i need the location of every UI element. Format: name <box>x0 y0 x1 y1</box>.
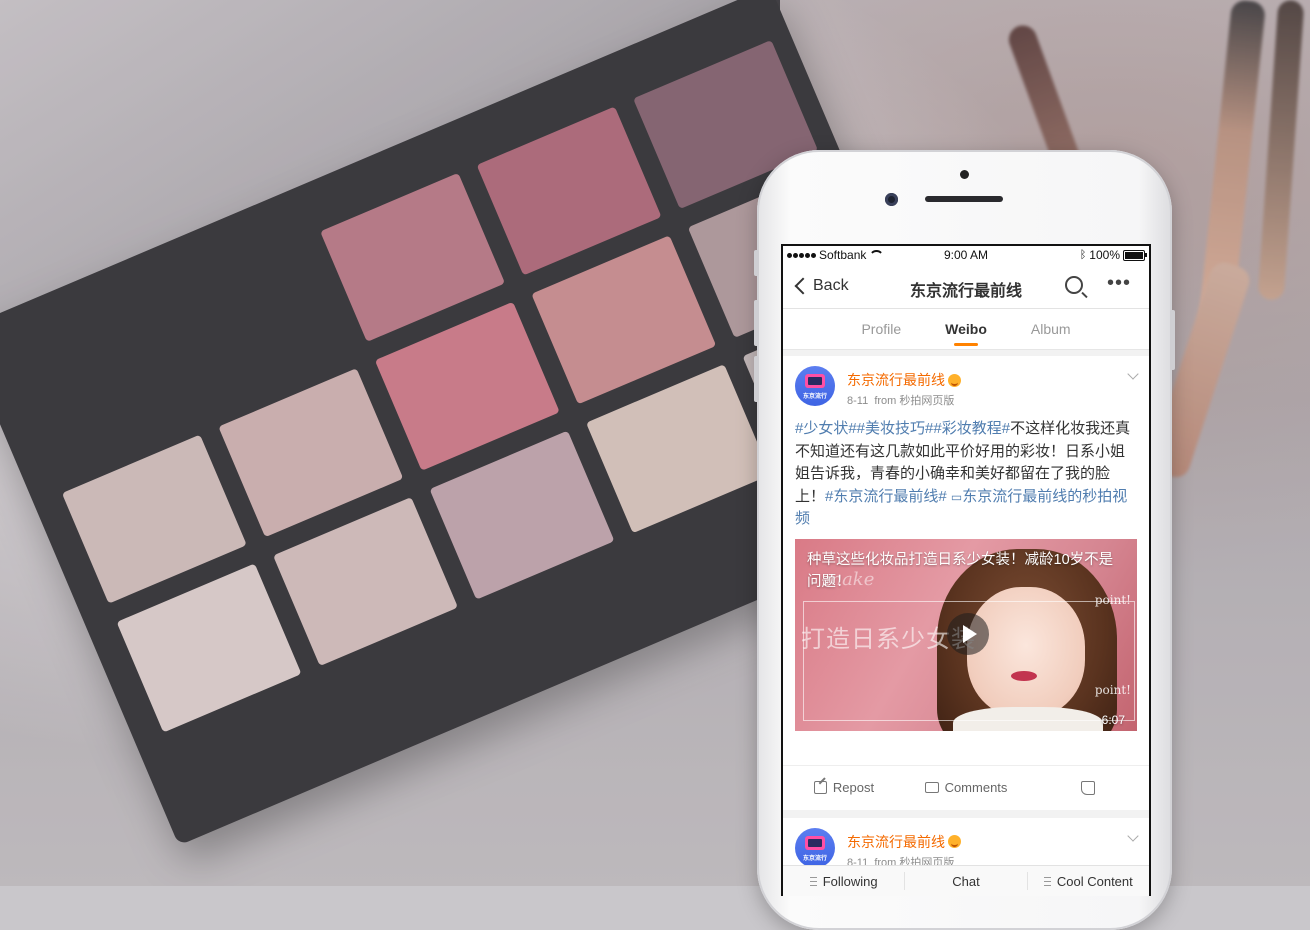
post-meta: 8-11 from 秒拍网页版 <box>847 392 954 408</box>
power-button <box>1170 310 1175 370</box>
bottom-toolbar: Following Chat Cool Content <box>783 865 1149 896</box>
post-source: from 秒拍网页版 <box>874 395 955 407</box>
mute-switch <box>754 250 759 276</box>
thumbs-up-icon <box>1081 780 1095 795</box>
repost-button[interactable]: Repost <box>783 766 905 810</box>
author-name[interactable]: 东京流行最前线 <box>847 370 961 390</box>
tab-album[interactable]: Album <box>1031 309 1071 349</box>
chevron-down-icon[interactable] <box>1127 368 1139 380</box>
video-player[interactable]: make 打造日系少女装 point! point! 种草这些化妆品打造日系少女… <box>795 538 1137 731</box>
status-bar: Softbank 9:00 AM ᛒ 100% <box>783 246 1149 264</box>
weibo-post: 东京流行 东京流行最前线 8-11 from 秒拍网页版 #少女状##美妆技巧#… <box>783 356 1149 810</box>
status-right: ᛒ 100% <box>1079 248 1147 262</box>
chat-label: Chat <box>952 873 980 889</box>
post-header: 东京流行 东京流行最前线 8-11 from 秒拍网页版 <box>783 356 1149 407</box>
battery-percent: 100% <box>1089 248 1120 262</box>
play-icon[interactable] <box>947 612 989 655</box>
video-title: 种草这些化妆品打造日系少女装！减龄10岁不是问题！ <box>807 551 1114 590</box>
search-icon[interactable] <box>1065 276 1083 294</box>
tv-logo-icon <box>805 835 825 850</box>
video-point-label: point! <box>1094 682 1131 697</box>
menu-lines-icon <box>809 876 817 886</box>
smile-emoji-icon <box>948 835 961 848</box>
hashtag-links[interactable]: #少女状##美妆技巧##彩妆教程# <box>795 420 1010 437</box>
profile-tabs: Profile Weibo Album <box>783 309 1149 350</box>
avatar[interactable]: 东京流行 <box>795 366 835 406</box>
more-icon[interactable]: ••• <box>1107 273 1131 293</box>
tab-profile[interactable]: Profile <box>861 309 901 349</box>
post-date: 8-11 <box>847 395 869 407</box>
author-label: 东京流行最前线 <box>847 833 945 850</box>
page-title: 东京流行最前线 <box>909 283 1022 300</box>
comments-label: Comments <box>944 780 1008 795</box>
like-button[interactable] <box>1027 766 1149 810</box>
phone-screen: Softbank 9:00 AM ᛒ 100% Back 东京流行最前线 •••… <box>781 244 1151 896</box>
battery-icon <box>1123 249 1147 261</box>
bluetooth-icon: ᛒ <box>1079 249 1087 261</box>
chevron-down-icon[interactable] <box>1127 829 1139 842</box>
following-label: Following <box>822 873 878 889</box>
avatar-caption: 东京流行 <box>802 855 827 862</box>
chat-button[interactable]: Chat <box>905 866 1026 896</box>
author-label: 东京流行最前线 <box>847 372 945 388</box>
video-duration: 6:07 <box>1101 712 1125 727</box>
post-text: #少女状##美妆技巧##彩妆教程#不这样化妆我还真不知道还有这几款如此平价好用的… <box>783 402 1149 531</box>
comments-button[interactable]: Comments <box>905 766 1027 810</box>
smile-emoji-icon <box>948 373 961 387</box>
avatar-caption: 东京流行 <box>802 394 827 400</box>
author-name[interactable]: 东京流行最前线 <box>847 832 961 852</box>
following-button[interactable]: Following <box>783 866 904 896</box>
proximity-sensor <box>960 170 969 179</box>
hashtag-link[interactable]: #东京流行最前线# <box>825 488 947 505</box>
avatar[interactable]: 东京流行 <box>795 827 835 868</box>
video-point-label: point! <box>1094 592 1131 607</box>
front-camera <box>885 193 898 206</box>
cool-content-button[interactable]: Cool Content <box>1028 866 1149 896</box>
volume-up-button <box>754 300 759 346</box>
volume-down-button <box>754 356 759 402</box>
cool-content-label: Cool Content <box>1056 873 1133 889</box>
navigation-bar: Back 东京流行最前线 ••• <box>783 264 1149 309</box>
video-link-icon: ▭ <box>950 489 963 504</box>
comment-icon <box>924 782 939 793</box>
menu-lines-icon <box>1043 876 1051 886</box>
phone-mockup: Softbank 9:00 AM ᛒ 100% Back 东京流行最前线 •••… <box>754 150 1175 930</box>
repost-icon <box>813 781 827 794</box>
repost-label: Repost <box>832 780 875 795</box>
tab-weibo[interactable]: Weibo <box>945 309 987 349</box>
post-actions: Repost Comments <box>783 764 1149 810</box>
tv-logo-icon <box>805 374 825 388</box>
earpiece-speaker <box>925 196 1003 202</box>
